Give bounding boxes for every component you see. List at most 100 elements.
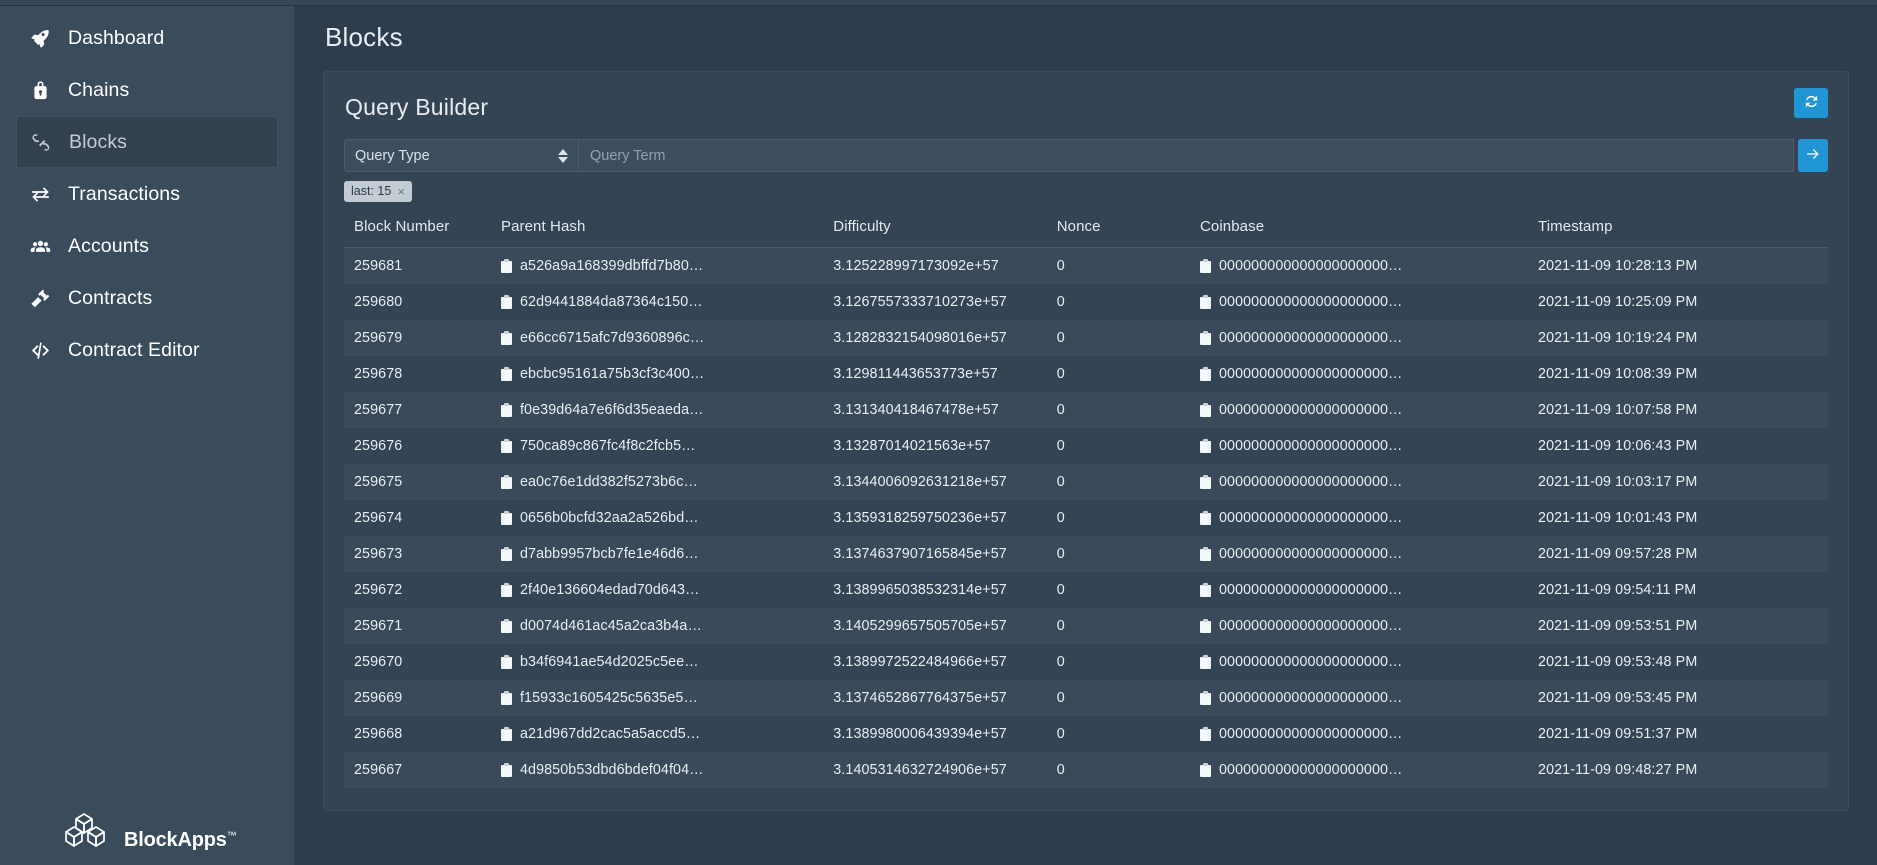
clipboard-copy-icon[interactable] bbox=[500, 655, 512, 669]
clipboard-copy-icon[interactable] bbox=[1199, 475, 1211, 489]
clipboard-copy-icon[interactable] bbox=[500, 331, 512, 345]
table-row[interactable]: 259677 f0e39d64a7e6f6d35eaeda… 3.131340418… bbox=[344, 392, 1828, 428]
table-row[interactable]: 259675 ea0c76e1dd382f5273b6c… 3.1344006092… bbox=[344, 464, 1828, 500]
cell-nonce: 0 bbox=[1056, 726, 1065, 742]
panel-header: Query Builder bbox=[344, 88, 1828, 139]
cell-difficulty: 3.1282832154098016e+57 bbox=[833, 330, 1007, 346]
clipboard-copy-icon[interactable] bbox=[500, 691, 512, 705]
main-content: Blocks Query Builder Query Type Query Te… bbox=[294, 0, 1877, 865]
cell-nonce: 0 bbox=[1056, 618, 1065, 634]
query-submit-button[interactable] bbox=[1798, 139, 1828, 172]
table-row[interactable]: 259668 a21d967dd2cac5a5accd5… 3.1389980006… bbox=[344, 716, 1828, 752]
sidebar-item-label: Contract Editor bbox=[68, 338, 200, 361]
clipboard-copy-icon[interactable] bbox=[1199, 439, 1211, 453]
clipboard-copy-icon[interactable] bbox=[500, 763, 512, 777]
clipboard-copy-icon[interactable] bbox=[500, 367, 512, 381]
sidebar-item-contracts[interactable]: Contracts bbox=[16, 272, 278, 324]
table-row[interactable]: 259667 4d9850b53dbd6bdef04f04… 3.140531463… bbox=[344, 752, 1828, 788]
sidebar-item-chains[interactable]: Chains bbox=[16, 64, 278, 116]
clipboard-copy-icon[interactable] bbox=[1199, 403, 1211, 417]
sidebar: Dashboard Chains Blocks Transactions Acc… bbox=[0, 0, 294, 865]
clipboard-copy-icon[interactable] bbox=[500, 259, 512, 273]
sidebar-item-accounts[interactable]: Accounts bbox=[16, 220, 278, 272]
gavel-icon bbox=[30, 288, 60, 309]
cell-timestamp: 2021-11-09 10:19:24 PM bbox=[1538, 330, 1698, 346]
clipboard-copy-icon[interactable] bbox=[500, 547, 512, 561]
cell-timestamp: 2021-11-09 10:01:43 PM bbox=[1538, 510, 1698, 526]
cell-coinbase: 000000000000000000000… bbox=[1192, 320, 1530, 356]
hash-text: 000000000000000000000… bbox=[1218, 762, 1403, 778]
clipboard-copy-icon[interactable] bbox=[1199, 331, 1211, 345]
clipboard-copy-icon[interactable] bbox=[1199, 259, 1211, 273]
cell-difficulty: 3.1267557333710273e+57 bbox=[833, 294, 1007, 310]
clipboard-copy-icon[interactable] bbox=[1199, 655, 1211, 669]
cell-timestamp: 2021-11-09 10:28:13 PM bbox=[1538, 258, 1698, 274]
clipboard-copy-icon[interactable] bbox=[500, 727, 512, 741]
sidebar-item-blocks[interactable]: Blocks bbox=[16, 116, 278, 168]
sidebar-item-label: Transactions bbox=[68, 182, 181, 205]
cell-coinbase: 000000000000000000000… bbox=[1192, 392, 1530, 428]
table-row[interactable]: 259680 62d9441884da87364c150… 3.1267557333… bbox=[344, 284, 1828, 320]
clipboard-copy-icon[interactable] bbox=[500, 619, 512, 633]
clipboard-copy-icon[interactable] bbox=[1199, 619, 1211, 633]
cell-coinbase: 000000000000000000000… bbox=[1192, 428, 1530, 464]
cell-parent-hash: ebcbc95161a75b3cf3c400… bbox=[493, 356, 825, 392]
hash-text: 000000000000000000000… bbox=[1218, 690, 1403, 706]
active-filter-chips: last: 15 × bbox=[344, 181, 1828, 202]
sidebar-item-transactions[interactable]: Transactions bbox=[16, 168, 278, 220]
cell-coinbase: 000000000000000000000… bbox=[1192, 752, 1530, 788]
clipboard-copy-icon[interactable] bbox=[500, 511, 512, 525]
cell-block-number: 259673 bbox=[354, 546, 403, 562]
clipboard-copy-icon[interactable] bbox=[1199, 367, 1211, 381]
column-header-block-number[interactable]: Block Number bbox=[344, 212, 493, 248]
clipboard-copy-icon[interactable] bbox=[500, 583, 512, 597]
hash-cell: ea0c76e1dd382f5273b6c… bbox=[500, 474, 817, 490]
clipboard-copy-icon[interactable] bbox=[500, 295, 512, 309]
clipboard-copy-icon[interactable] bbox=[1199, 727, 1211, 741]
code-brackets-icon bbox=[30, 340, 60, 361]
table-row[interactable]: 259671 d0074d461ac45a2ca3b4a… 3.1405299657… bbox=[344, 608, 1828, 644]
column-header-difficulty[interactable]: Difficulty bbox=[825, 212, 1049, 248]
cell-block-number: 259667 bbox=[354, 762, 403, 778]
table-row[interactable]: 259678 ebcbc95161a75b3cf3c400… 3.129811443… bbox=[344, 356, 1828, 392]
hash-text: 000000000000000000000… bbox=[1218, 474, 1403, 490]
column-header-coinbase[interactable]: Coinbase bbox=[1191, 212, 1531, 248]
query-type-select[interactable]: Query Type bbox=[344, 139, 579, 172]
column-header-parent-hash[interactable]: Parent Hash bbox=[492, 212, 826, 248]
hash-cell: 000000000000000000000… bbox=[1199, 546, 1522, 562]
table-row[interactable]: 259676 750ca89c867fc4f8c2fcb5… 3.132870140… bbox=[344, 428, 1828, 464]
hash-text: 000000000000000000000… bbox=[1218, 726, 1403, 742]
clipboard-copy-icon[interactable] bbox=[500, 475, 512, 489]
filter-chip-last[interactable]: last: 15 × bbox=[344, 181, 412, 202]
cell-timestamp: 2021-11-09 09:54:11 PM bbox=[1538, 582, 1697, 598]
table-row[interactable]: 259669 f15933c1605425c5635e5… 3.1374652867… bbox=[344, 680, 1828, 716]
table-row[interactable]: 259672 2f40e136604edad70d643… 3.1389965038… bbox=[344, 572, 1828, 608]
sidebar-item-contract-editor[interactable]: Contract Editor bbox=[16, 324, 278, 376]
hash-text: 4d9850b53dbd6bdef04f04… bbox=[519, 762, 704, 778]
table-row[interactable]: 259670 b34f6941ae54d2025c5ee… 3.1389972522… bbox=[344, 644, 1828, 680]
query-term-input[interactable] bbox=[579, 139, 1794, 172]
hash-text: 000000000000000000000… bbox=[1218, 438, 1403, 454]
clipboard-copy-icon[interactable] bbox=[1199, 583, 1211, 597]
table-row[interactable]: 259674 0656b0bcfd32aa2a526bd… 3.1359318259… bbox=[344, 500, 1828, 536]
table-row[interactable]: 259681 a526a9a168399dbffd7b80… 3.125228997… bbox=[344, 247, 1828, 284]
cell-coinbase: 000000000000000000000… bbox=[1192, 356, 1530, 392]
clipboard-copy-icon[interactable] bbox=[1199, 763, 1211, 777]
column-header-timestamp[interactable]: Timestamp bbox=[1530, 212, 1828, 248]
column-header-nonce[interactable]: Nonce bbox=[1048, 212, 1192, 248]
hash-cell: 000000000000000000000… bbox=[1199, 294, 1522, 310]
clipboard-copy-icon[interactable] bbox=[1199, 547, 1211, 561]
clipboard-copy-icon[interactable] bbox=[500, 439, 512, 453]
hash-cell: 000000000000000000000… bbox=[1199, 690, 1522, 706]
table-row[interactable]: 259673 d7abb9957bcb7fe1e46d6… 3.1374637907… bbox=[344, 536, 1828, 572]
sidebar-item-dashboard[interactable]: Dashboard bbox=[16, 12, 278, 64]
table-row[interactable]: 259679 e66cc6715afc7d9360896c… 3.128283215… bbox=[344, 320, 1828, 356]
cell-difficulty: 3.1389972522484966e+57 bbox=[833, 654, 1007, 670]
clipboard-copy-icon[interactable] bbox=[1199, 295, 1211, 309]
clipboard-copy-icon[interactable] bbox=[500, 403, 512, 417]
sidebar-item-label: Blocks bbox=[69, 130, 128, 153]
clipboard-copy-icon[interactable] bbox=[1199, 691, 1211, 705]
refresh-button[interactable] bbox=[1794, 88, 1828, 118]
clipboard-copy-icon[interactable] bbox=[1199, 511, 1211, 525]
close-icon[interactable]: × bbox=[397, 185, 405, 198]
